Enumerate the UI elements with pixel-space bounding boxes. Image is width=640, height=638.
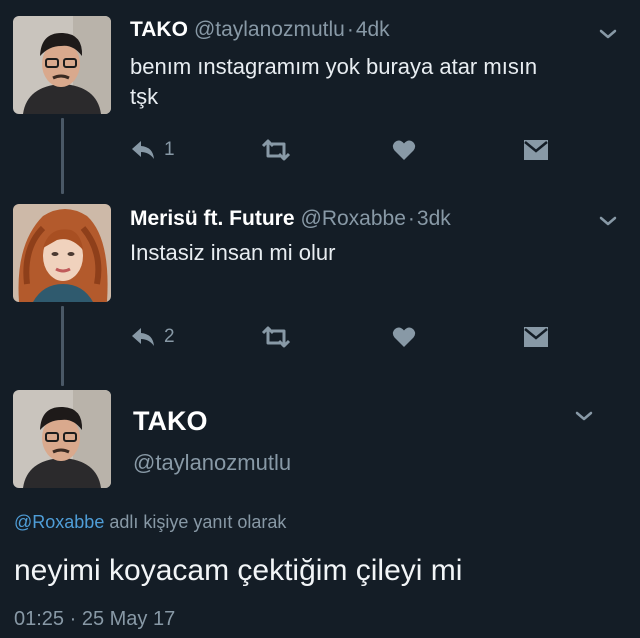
retweet-button[interactable] <box>260 135 292 165</box>
user-handle[interactable]: @taylanozmutlu <box>194 18 345 41</box>
reply-icon <box>132 141 154 159</box>
tweet-1[interactable]: TAKO @taylanozmutlu·4dk benım ınstagramım… <box>0 0 640 190</box>
reply-button[interactable]: 2 <box>130 322 175 352</box>
reply-context-text: adlı kişiye yanıt olarak <box>104 512 287 532</box>
avatar[interactable] <box>13 390 111 488</box>
reply-to-link[interactable]: @Roxabbe <box>14 512 104 532</box>
chevron-down-icon[interactable] <box>596 22 620 46</box>
like-heart-icon <box>392 327 416 347</box>
reply-icon <box>132 328 154 346</box>
action-bar: 2 <box>130 322 570 352</box>
detail-tweet-text: neyimi koyacam çektiğim çileyi mi <box>14 554 463 587</box>
avatar[interactable] <box>13 16 111 114</box>
tweet-text-line: benım ınstagramım yok buraya atar mısın <box>130 54 538 79</box>
display-name[interactable]: TAKO <box>133 406 208 437</box>
direct-message-icon <box>524 140 548 160</box>
tweet-2[interactable]: Merisü ft. Future @Roxabbe·3dk Instasiz i… <box>0 190 640 380</box>
like-button[interactable] <box>392 135 416 165</box>
display-name[interactable]: Merisü ft. Future <box>130 207 295 230</box>
chevron-down-icon[interactable] <box>596 209 620 233</box>
direct-message-button[interactable] <box>523 322 549 352</box>
direct-message-icon <box>524 327 548 347</box>
tweet-text: benım ınstagramım yok buraya atar mısın … <box>130 52 610 112</box>
tweet-text: Instasiz insan mi olur <box>130 238 610 268</box>
detail-tweet: TAKO @taylanozmutlu @Roxabbe adlı kişiye… <box>0 386 640 638</box>
action-bar: 1 <box>130 135 570 165</box>
timestamp[interactable]: 3dk <box>417 207 451 230</box>
separator-dot: · <box>407 207 415 230</box>
chevron-down-icon[interactable] <box>572 404 596 428</box>
retweet-icon <box>261 139 291 161</box>
tweet-text-line: Instasiz insan mi olur <box>130 240 336 265</box>
display-name[interactable]: TAKO <box>130 18 188 41</box>
direct-message-button[interactable] <box>523 135 549 165</box>
reply-count: 1 <box>164 139 175 160</box>
reply-count: 2 <box>164 326 175 347</box>
avatar[interactable] <box>13 204 111 302</box>
like-heart-icon <box>392 140 416 160</box>
detail-timestamp[interactable]: 01:25 · 25 May 17 <box>14 608 175 631</box>
tweet-header: TAKO @taylanozmutlu·4dk <box>130 17 390 43</box>
separator-dot: · <box>346 18 354 41</box>
tweet-header: Merisü ft. Future @Roxabbe·3dk <box>130 206 451 232</box>
retweet-icon <box>261 326 291 348</box>
like-button[interactable] <box>392 322 416 352</box>
timestamp[interactable]: 4dk <box>356 18 390 41</box>
reply-context: @Roxabbe adlı kişiye yanıt olarak <box>14 512 286 533</box>
reply-button[interactable]: 1 <box>130 135 175 165</box>
retweet-button[interactable] <box>260 322 292 352</box>
user-handle[interactable]: @Roxabbe <box>301 207 406 230</box>
tweet-text-line: tşk <box>130 84 159 109</box>
user-handle[interactable]: @taylanozmutlu <box>133 450 291 476</box>
